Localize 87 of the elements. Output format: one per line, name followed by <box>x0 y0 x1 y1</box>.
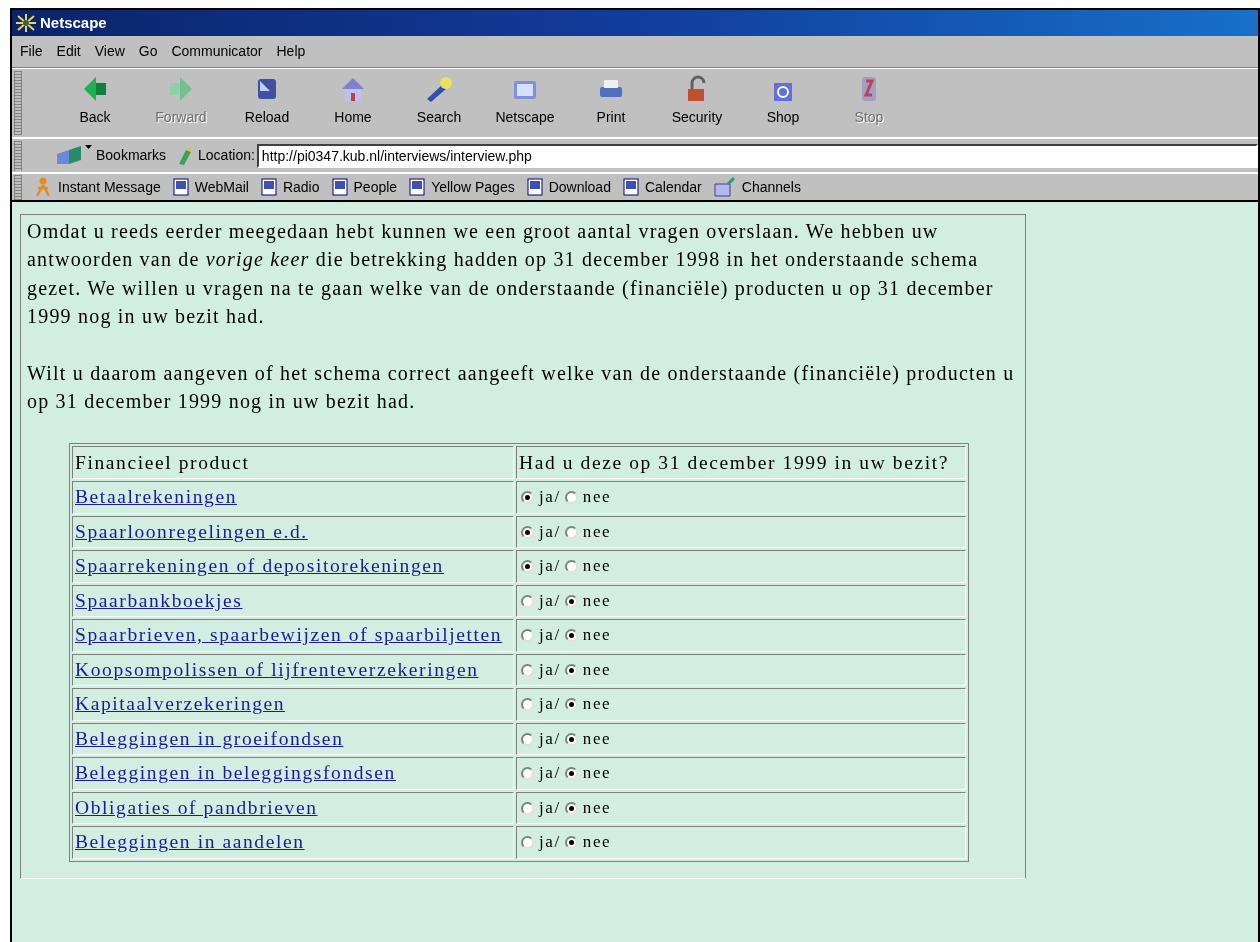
radio-button[interactable] <box>564 594 578 608</box>
toolbar-button[interactable]: Shop <box>740 75 826 128</box>
toolbar-button[interactable]: Reload <box>224 75 310 128</box>
radio-button[interactable] <box>564 491 578 505</box>
toolbar-button[interactable]: Security <box>654 75 740 128</box>
radio-button[interactable] <box>521 629 534 643</box>
radio-label: nee <box>582 659 612 681</box>
folder-icon <box>713 177 736 197</box>
radio-button[interactable] <box>521 836 534 850</box>
bookmark-button[interactable]: People <box>331 176 398 198</box>
menu-item[interactable]: Communicator <box>171 41 263 62</box>
radio-button[interactable] <box>521 732 534 746</box>
page-icon <box>622 178 639 196</box>
person-icon <box>34 177 52 197</box>
toolbar-grip[interactable] <box>14 140 22 171</box>
location-label: Location: <box>198 146 255 165</box>
column-header: Financieel product <box>72 446 514 480</box>
menu-item[interactable]: File <box>20 41 43 62</box>
radio-label: ja/ <box>539 659 561 681</box>
paragraph: Wilt u daarom aangeven of het schema correct aangeeft welke van de onderstaande (financiële) producten u op 31 december 1999 nog in uw bezit had. <box>27 360 1016 415</box>
column-header: Had u deze op 31 december 1999 in uw bezit? <box>516 446 966 480</box>
page-icon <box>172 178 189 196</box>
radio-label: ja/ <box>539 624 561 647</box>
radio-button[interactable] <box>521 491 534 505</box>
bookmark-button[interactable]: WebMail <box>172 176 249 198</box>
radio-button[interactable] <box>521 560 534 574</box>
bookmark-button[interactable]: Download <box>526 176 611 198</box>
radio-button[interactable] <box>564 767 578 781</box>
radio-button[interactable] <box>521 663 534 677</box>
radio-label: nee <box>582 555 612 578</box>
radio-label: ja/ <box>539 728 561 750</box>
toolbar-button[interactable]: Back <box>52 75 138 128</box>
radio-button[interactable] <box>564 698 578 712</box>
url-field[interactable]: http://pi0347.kub.nl/interviews/interview.php <box>256 143 1258 168</box>
bookmark-button[interactable]: Radio <box>260 176 320 198</box>
radio-button[interactable] <box>521 594 534 608</box>
menu-item[interactable]: View <box>94 41 125 62</box>
radio-button[interactable] <box>564 560 578 574</box>
radio-button[interactable] <box>564 629 578 643</box>
bookmark-button[interactable]: Instant Message <box>34 176 161 198</box>
radio-button[interactable] <box>564 801 578 815</box>
toolbar-button[interactable]: Search <box>396 75 482 128</box>
bookmark-button[interactable]: Yellow Pages <box>409 176 515 198</box>
radio-label: ja/ <box>539 521 561 543</box>
radio-label: nee <box>582 762 612 785</box>
window-title: Netscape <box>40 12 107 33</box>
radio-label: ja/ <box>539 762 561 785</box>
radio-label: ja/ <box>539 590 561 612</box>
bookmark-button[interactable]: Channels <box>713 176 801 198</box>
page-icon <box>260 178 277 196</box>
app-logo-icon <box>16 14 36 32</box>
page-icon <box>526 178 543 196</box>
radio-label: nee <box>582 590 612 612</box>
caret-icon <box>85 145 92 149</box>
radio-label: ja/ <box>539 831 561 854</box>
paragraph: Omdat u reeds eerder meegedaan hebt kunnen we een groot aantal vragen overslaan. We hebben uw antwoorden van de vorige keer die betrekking hadden op 31 december 1998 in het onderstaande schema gezet. We willen u vragen na te gaan welke van de onderstaande (financiële) producten u op 31 december 1999 nog in uw bezit had. <box>27 219 995 330</box>
radio-label: ja/ <box>539 555 561 578</box>
page-icon <box>409 178 426 196</box>
radio-button[interactable] <box>521 698 534 712</box>
radio-label: nee <box>582 797 612 819</box>
bookmarks-button[interactable]: Bookmarks <box>96 145 167 166</box>
radio-label: nee <box>582 521 612 543</box>
radio-button[interactable] <box>521 525 534 539</box>
radio-label: nee <box>582 486 612 509</box>
page-icon <box>331 178 348 196</box>
radio-label: ja/ <box>539 797 561 819</box>
radio-label: nee <box>582 624 612 647</box>
menu-item[interactable]: Edit <box>56 41 81 62</box>
radio-button[interactable] <box>521 767 534 781</box>
toolbar-grip[interactable] <box>14 71 22 135</box>
radio-label: ja/ <box>539 486 561 509</box>
bookmark-button[interactable]: Calendar <box>622 176 702 198</box>
radio-button[interactable] <box>564 836 578 850</box>
toolbar-button[interactable]: Home <box>310 75 396 128</box>
menu-item[interactable]: Help <box>276 41 306 62</box>
radio-label: ja/ <box>539 693 561 716</box>
toolbar-grip[interactable] <box>14 174 22 200</box>
radio-button[interactable] <box>564 525 578 539</box>
radio-label: nee <box>582 728 612 750</box>
radio-button[interactable] <box>521 801 534 815</box>
radio-label: nee <box>582 831 612 854</box>
radio-button[interactable] <box>564 663 578 677</box>
toolbar-button[interactable]: Print <box>568 75 654 128</box>
radio-label: nee <box>582 693 612 716</box>
radio-button[interactable] <box>564 732 578 746</box>
menu-item[interactable]: Go <box>138 41 158 62</box>
toolbar-button[interactable]: Netscape <box>482 75 568 128</box>
